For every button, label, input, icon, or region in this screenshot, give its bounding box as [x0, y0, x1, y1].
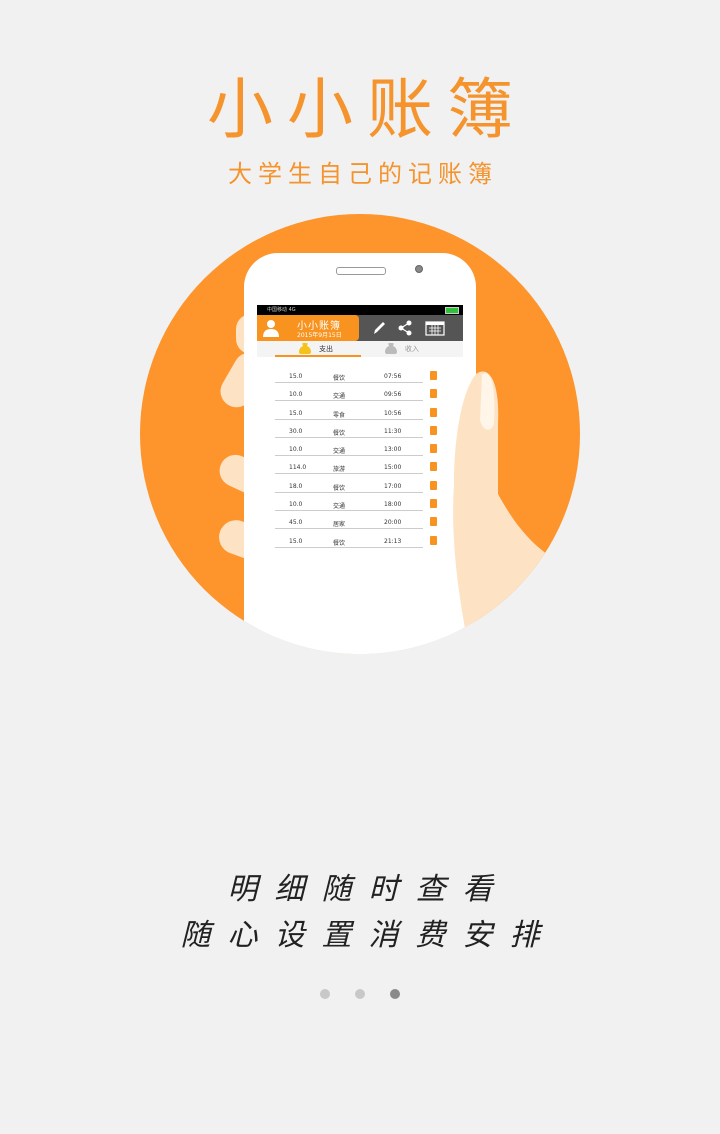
page-dot[interactable]	[319, 989, 330, 999]
note-icon[interactable]	[430, 480, 437, 490]
row-amount: 114.0	[289, 464, 307, 472]
edit-pencil-icon[interactable]	[371, 320, 387, 336]
note-icon[interactable]	[430, 407, 437, 417]
money-bag-icon	[385, 343, 397, 354]
calendar-icon[interactable]	[425, 320, 445, 336]
row-time: 11:30	[384, 427, 402, 435]
row-time: 15:00	[384, 464, 402, 472]
expense-row[interactable]: 15.0 餐饮 21:13	[257, 534, 463, 552]
page-indicator	[0, 984, 720, 1003]
note-icon[interactable]	[430, 425, 437, 435]
row-divider	[275, 400, 423, 402]
row-amount: 10.0	[289, 501, 303, 509]
type-tabs: 支出 收入	[257, 341, 463, 357]
expense-row[interactable]: 30.0 餐饮 11:30	[257, 424, 463, 442]
row-divider	[275, 528, 423, 530]
battery-icon	[445, 307, 459, 314]
row-divider	[275, 510, 423, 512]
right-hand-icon	[453, 371, 580, 654]
row-time: 09:56	[384, 391, 402, 399]
money-bag-icon	[299, 343, 311, 354]
status-bar: 中国移动 4G	[257, 305, 463, 315]
row-amount: 15.0	[289, 537, 303, 545]
row-divider	[275, 546, 423, 548]
row-time: 18:00	[384, 501, 402, 509]
row-time: 07:56	[384, 373, 402, 380]
row-category: 餐饮	[333, 429, 346, 437]
row-amount: 18.0	[289, 482, 303, 490]
expense-list: 15.0 餐饮 07:56 10.0 交通 09:56 15.0 零食 10:56 30.0 餐饮 1…	[257, 369, 463, 552]
note-icon[interactable]	[430, 371, 437, 380]
expense-row[interactable]: 15.0 零食 10:56	[257, 406, 463, 424]
row-category: 旅游	[333, 466, 346, 474]
phone-speaker	[336, 267, 386, 275]
row-category: 交通	[333, 393, 346, 401]
tab-expense[interactable]: 支出	[275, 341, 361, 357]
user-avatar-icon[interactable]	[263, 319, 279, 337]
row-amount: 45.0	[289, 519, 303, 527]
row-amount: 10.0	[289, 391, 303, 399]
row-divider	[275, 491, 423, 493]
tab-income[interactable]: 收入	[375, 341, 461, 357]
row-time: 21:13	[384, 537, 402, 545]
row-category: 交通	[333, 503, 346, 511]
expense-row[interactable]: 10.0 交通 18:00	[257, 497, 463, 515]
caption-line-2: 随心设置消费安排	[180, 918, 557, 953]
share-icon[interactable]	[397, 320, 413, 336]
note-icon[interactable]	[430, 535, 437, 545]
note-icon[interactable]	[430, 444, 437, 454]
row-divider	[275, 455, 423, 457]
app-subtitle: 大学生自己的记账簿	[228, 160, 498, 188]
expense-row[interactable]: 15.0 餐饮 07:56	[257, 369, 463, 387]
note-icon[interactable]	[430, 389, 437, 399]
app-header: 小小账簿 2015年9月15日	[257, 315, 463, 341]
expense-row[interactable]: 10.0 交通 13:00	[257, 442, 463, 460]
row-time: 10:56	[384, 409, 402, 417]
row-amount: 15.0	[289, 373, 303, 380]
app-title: 小小账簿	[207, 71, 527, 148]
phone-camera	[415, 265, 423, 273]
page-dot[interactable]	[355, 989, 365, 999]
note-icon[interactable]	[430, 462, 437, 472]
tab-income-label: 收入	[405, 345, 419, 353]
row-category: 餐饮	[333, 484, 346, 492]
row-category: 餐饮	[333, 539, 346, 547]
caption-line-1: 明细随时查看	[227, 872, 510, 907]
expense-row[interactable]: 114.0 旅游 15:00	[257, 460, 463, 478]
note-icon[interactable]	[430, 517, 437, 527]
row-amount: 30.0	[289, 427, 303, 435]
row-category: 餐饮	[333, 375, 346, 382]
row-divider	[275, 473, 423, 475]
row-divider	[275, 418, 423, 420]
row-divider	[275, 382, 423, 383]
status-carrier: 中国移动 4G	[267, 307, 296, 313]
phone-screen: 中国移动 4G 小小账簿 2015年9月15日 支出 收入 15.0 餐饮 07…	[257, 305, 463, 654]
row-category: 交通	[333, 448, 346, 456]
illustration-circle: 中国移动 4G 小小账簿 2015年9月15日 支出 收入 15.0 餐饮 07…	[140, 214, 580, 654]
app-title-badge: 小小账簿 2015年9月15日	[257, 315, 359, 341]
row-amount: 15.0	[289, 409, 303, 417]
expense-row[interactable]: 18.0 餐饮 17:00	[257, 479, 463, 497]
note-icon[interactable]	[430, 499, 437, 509]
expense-row[interactable]: 45.0 居家 20:00	[257, 515, 463, 533]
tab-expense-label: 支出	[319, 345, 333, 353]
mockup-app-date: 2015年9月15日	[297, 332, 342, 339]
row-time: 17:00	[384, 482, 402, 490]
row-time: 13:00	[384, 446, 402, 454]
row-category: 零食	[333, 411, 346, 419]
row-amount: 10.0	[289, 446, 303, 454]
row-time: 20:00	[384, 519, 402, 527]
row-divider	[275, 436, 423, 438]
page-dot-active[interactable]	[390, 989, 401, 999]
expense-row[interactable]: 10.0 交通 09:56	[257, 387, 463, 405]
row-category: 居家	[333, 521, 346, 529]
